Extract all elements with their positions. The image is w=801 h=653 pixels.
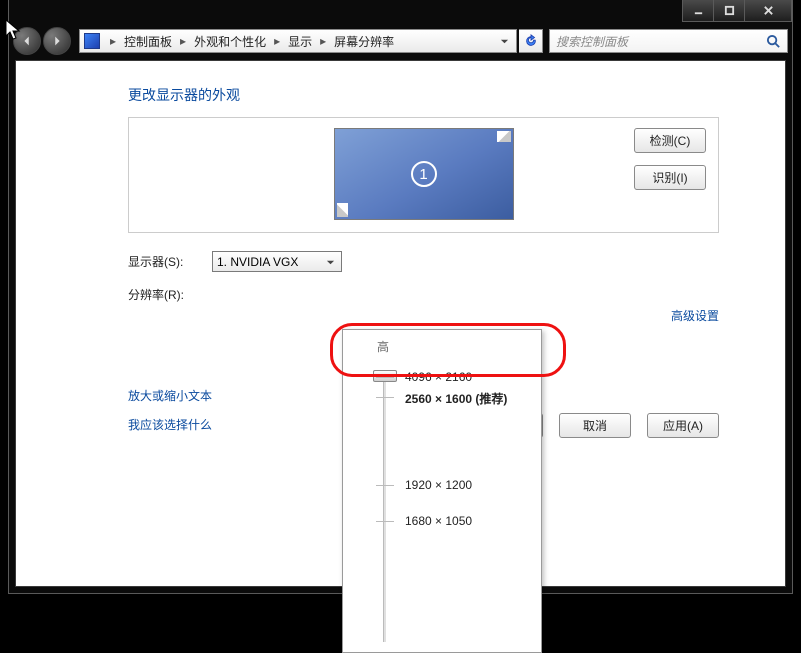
monitor-thumbnail-1[interactable]: 1 [334, 128, 514, 220]
detect-button[interactable]: 检测(C) [634, 128, 706, 153]
resolution-popup[interactable]: 高 4096 × 2160 2560 × 1600 (推荐) 1920 × 1200… [342, 329, 542, 653]
chevron-right-icon: ▸ [270, 34, 284, 48]
forward-button[interactable] [43, 27, 71, 55]
titlebar-buttons [683, 0, 792, 22]
display-value: 1. NVIDIA VGX [217, 255, 298, 269]
cancel-button[interactable]: 取消 [559, 413, 631, 438]
identify-button[interactable]: 识别(I) [634, 165, 706, 190]
search-placeholder: 搜索控制面板 [556, 33, 628, 50]
chevron-right-icon: ▸ [176, 34, 190, 48]
content-pane: 更改显示器的外观 1 检测(C) 识别(I) 显示器(S): 1. NVIDIA… [15, 60, 786, 587]
resolution-high-label: 高 [343, 330, 541, 361]
slider-tick [376, 521, 394, 522]
resolution-slider-thumb[interactable] [373, 370, 397, 382]
minimize-button[interactable] [682, 0, 714, 22]
crumb-appearance[interactable]: 外观和个性化 [192, 33, 268, 50]
crumb-control-panel[interactable]: 控制面板 [122, 33, 174, 50]
resolution-option[interactable]: 1920 × 1200 [405, 478, 472, 492]
search-icon [766, 34, 781, 52]
breadcrumb-dropdown[interactable] [496, 31, 512, 51]
page-title: 更改显示器的外观 [128, 85, 719, 105]
breadcrumb[interactable]: ▸ 控制面板 ▸ 外观和个性化 ▸ 显示 ▸ 屏幕分辨率 [79, 29, 517, 53]
navigation-bar: ▸ 控制面板 ▸ 外观和个性化 ▸ 显示 ▸ 屏幕分辨率 搜索控制面板 [13, 26, 788, 56]
slider-tick [376, 397, 394, 398]
resolution-option[interactable]: 2560 × 1600 (推荐) [405, 390, 507, 407]
advanced-settings-link[interactable]: 高级设置 [671, 307, 719, 324]
maximize-button[interactable] [713, 0, 745, 22]
slider-tick [376, 485, 394, 486]
resolution-label: 分辨率(R): [128, 286, 212, 303]
display-dropdown[interactable]: 1. NVIDIA VGX [212, 251, 342, 272]
back-button[interactable] [13, 27, 41, 55]
monitor-preview-box: 1 检测(C) 识别(I) [128, 117, 719, 233]
apply-button[interactable]: 应用(A) [647, 413, 719, 438]
monitor-number: 1 [335, 129, 513, 219]
chevron-right-icon: ▸ [106, 34, 120, 48]
window-frame: ▸ 控制面板 ▸ 外观和个性化 ▸ 显示 ▸ 屏幕分辨率 搜索控制面板 更改显示… [8, 0, 793, 594]
chevron-right-icon: ▸ [316, 34, 330, 48]
refresh-button[interactable] [519, 29, 543, 53]
display-label: 显示器(S): [128, 253, 212, 270]
search-input[interactable]: 搜索控制面板 [549, 29, 788, 53]
chevron-down-icon [323, 255, 338, 270]
close-button[interactable] [744, 0, 792, 22]
crumb-resolution[interactable]: 屏幕分辨率 [332, 33, 396, 50]
resolution-option[interactable]: 4096 × 2160 [405, 370, 472, 384]
control-panel-icon [84, 33, 100, 49]
slider-tick [376, 377, 394, 378]
crumb-display[interactable]: 显示 [286, 33, 314, 50]
resolution-option[interactable]: 1680 × 1050 [405, 514, 472, 528]
